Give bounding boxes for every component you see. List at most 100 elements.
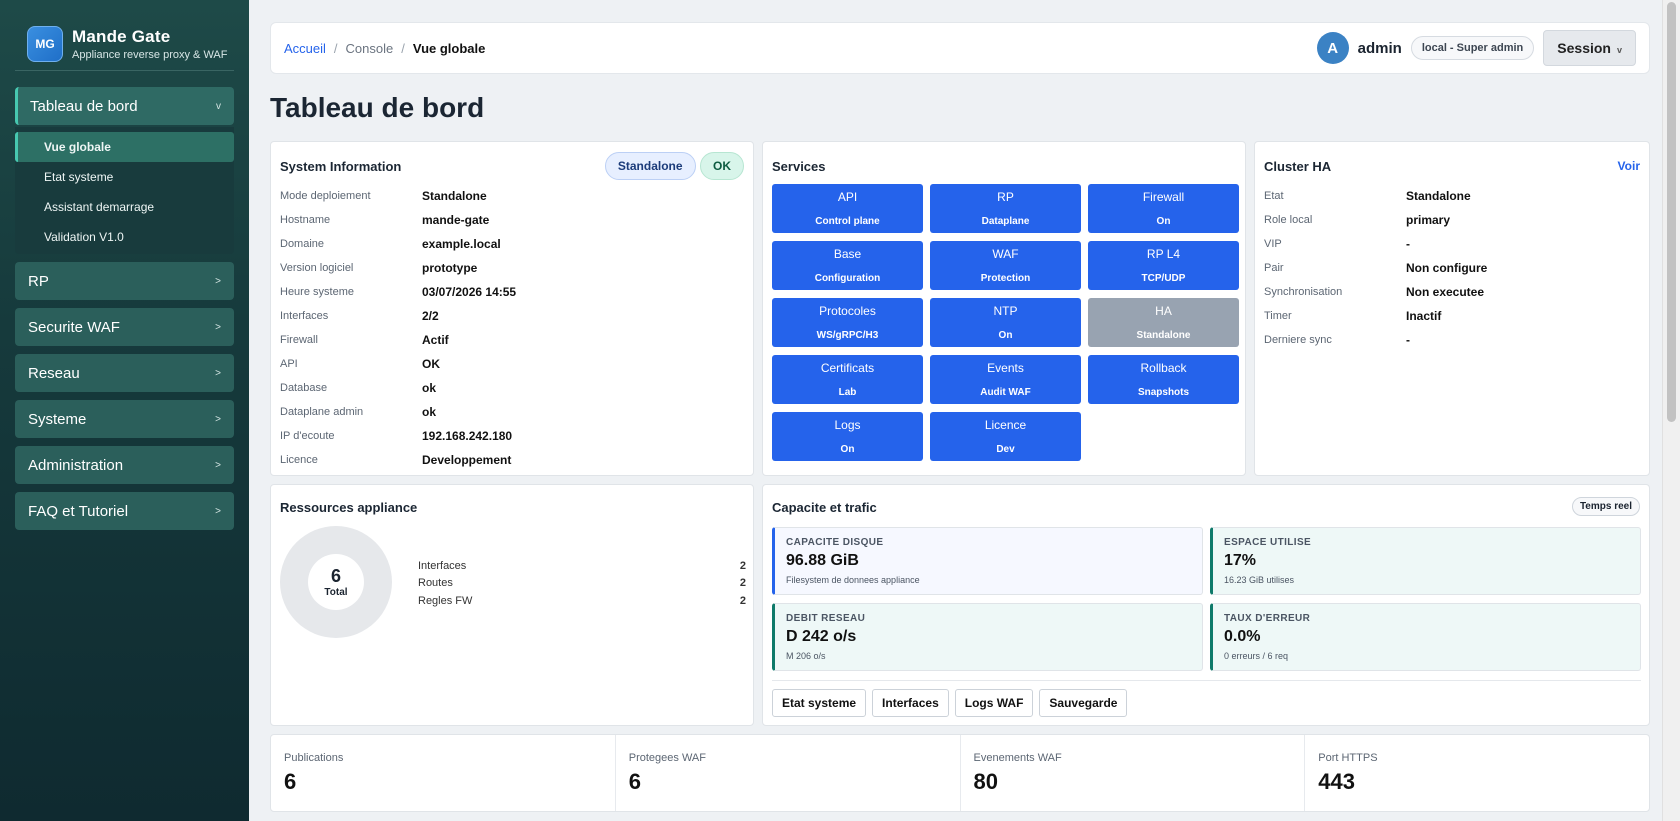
- service-title: Logs: [834, 418, 861, 432]
- sidebar-submenu: Vue globale Etat systeme Assistant demar…: [15, 127, 234, 254]
- stat-label: Protegees WAF: [628, 752, 706, 764]
- action-sauvegarde-button[interactable]: Sauvegarde: [1039, 689, 1128, 717]
- chevron-down-icon: v: [1616, 45, 1622, 55]
- system-info-list: Mode deploiement Standalone Hostname mande-…: [280, 184, 740, 472]
- info-key: Hostname: [280, 214, 331, 226]
- brand[interactable]: MG Mande Gate Appliance reverse proxy & …: [0, 0, 249, 70]
- sidebar-group-securite-waf[interactable]: Securite WAF >: [15, 308, 234, 346]
- cluster-row: Timer Inactif: [1264, 304, 1634, 328]
- metric-error-rate: TAUX D'ERREUR 0.0% 0 erreurs / 6 req: [1210, 603, 1641, 671]
- service-tile-certificats[interactable]: Certificats Lab: [772, 355, 923, 404]
- quick-actions: Etat systeme Interfaces Logs WAF Sauvegarde: [772, 689, 1133, 717]
- stat-value: 6: [628, 769, 641, 794]
- metric-sub: Filesystem de donnees appliance: [786, 575, 920, 585]
- stat-publications: Publications 6: [271, 735, 616, 811]
- service-tile-rp-l4[interactable]: RP L4 TCP/UDP: [1088, 241, 1239, 290]
- service-tile-licence[interactable]: Licence Dev: [930, 412, 1081, 461]
- service-tile-rollback[interactable]: Rollback Snapshots: [1088, 355, 1239, 404]
- info-key: API: [280, 358, 298, 370]
- info-row: Heure systeme 03/07/2026 14:55: [280, 280, 740, 304]
- info-key: Domaine: [280, 238, 325, 250]
- info-value: Developpement: [422, 453, 512, 467]
- breadcrumb-separator: /: [401, 40, 405, 56]
- metric-sub: 16.23 GiB utilises: [1224, 575, 1295, 585]
- service-tile-events[interactable]: Events Audit WAF: [930, 355, 1081, 404]
- service-tile-ntp[interactable]: NTP On: [930, 298, 1081, 347]
- cluster-value: Non configure: [1406, 261, 1488, 275]
- info-key: Version logiciel: [280, 262, 354, 274]
- cluster-row: Role local primary: [1264, 208, 1634, 232]
- divider: [772, 680, 1641, 681]
- service-tile-waf[interactable]: WAF Protection: [930, 241, 1081, 290]
- resource-row: Routes 2: [418, 575, 746, 593]
- resource-row: Regles FW 2: [418, 592, 746, 610]
- cluster-key: Derniere sync: [1264, 334, 1332, 346]
- info-value: OK: [422, 357, 440, 371]
- info-row: Version logiciel prototype: [280, 256, 740, 280]
- info-row: Hostname mande-gate: [280, 208, 740, 232]
- info-value: example.local: [422, 237, 501, 251]
- service-tile-firewall[interactable]: Firewall On: [1088, 184, 1239, 233]
- sidebar-item-assistant-demarrage[interactable]: Assistant demarrage: [15, 192, 234, 222]
- service-title: Protocoles: [819, 304, 876, 318]
- info-row: Domaine example.local: [280, 232, 740, 256]
- info-key: Database: [280, 382, 328, 394]
- stat-label: Publications: [284, 752, 344, 764]
- info-value: mande-gate: [422, 213, 490, 227]
- service-title: API: [837, 190, 858, 204]
- avatar[interactable]: A: [1316, 32, 1349, 64]
- service-tile-base[interactable]: Base Configuration: [772, 241, 923, 290]
- resource-label: Routes: [418, 577, 453, 590]
- breadcrumb-separator: /: [333, 40, 338, 56]
- info-key: Mode deploiement: [280, 190, 371, 202]
- action-logs-waf-button[interactable]: Logs WAF: [954, 689, 1034, 717]
- donut-total-value: 6: [330, 566, 341, 586]
- metric-value: D 242 o/s: [786, 628, 857, 645]
- sidebar-item-etat-systeme[interactable]: Etat systeme: [15, 162, 234, 192]
- service-title: HA: [1155, 304, 1172, 318]
- info-row: Dataplane admin ok: [280, 400, 740, 424]
- breadcrumb-home-link[interactable]: Accueil: [284, 41, 326, 56]
- sidebar-group-reseau[interactable]: Reseau >: [15, 354, 234, 392]
- cluster-ha-card: Cluster HA Voir Etat Standalone Role local…: [1254, 141, 1650, 476]
- donut-total-label: Total: [324, 587, 348, 598]
- metric-space-used: ESPACE UTILISE 17% 16.23 GiB utilises: [1210, 527, 1641, 595]
- page-scrollbar[interactable]: [1662, 0, 1680, 821]
- metric-network-rate: DEBIT RESEAU D 242 o/s M 206 o/s: [772, 603, 1203, 671]
- session-button[interactable]: Session v: [1543, 30, 1636, 66]
- scrollbar-thumb[interactable]: [1667, 2, 1676, 422]
- service-tile-api[interactable]: API Control plane: [772, 184, 923, 233]
- service-title: Firewall: [1142, 190, 1185, 204]
- breadcrumb-section: Console: [345, 40, 394, 56]
- session-label: Session: [1557, 40, 1611, 56]
- user-box: A admin local - Super admin Session v: [1316, 30, 1636, 66]
- sidebar-item-vue-globale[interactable]: Vue globale: [15, 132, 234, 162]
- card-title: Capacite et trafic: [772, 500, 877, 515]
- service-tile-logs[interactable]: Logs On: [772, 412, 923, 461]
- metric-value: 96.88 GiB: [786, 552, 859, 569]
- sidebar-nav: Tableau de bord v Vue globale Etat syste…: [0, 71, 249, 530]
- service-tile-ha[interactable]: HA Standalone: [1088, 298, 1239, 347]
- sidebar-group-administration[interactable]: Administration >: [15, 446, 234, 484]
- service-tile-rp[interactable]: RP Dataplane: [930, 184, 1081, 233]
- capacity-card: Capacite et trafic Temps reel CAPACITE D…: [762, 484, 1650, 726]
- info-value: ok: [422, 405, 437, 419]
- sidebar-group-systeme[interactable]: Systeme >: [15, 400, 234, 438]
- info-key: Dataplane admin: [280, 406, 364, 418]
- service-status: Snapshots: [1137, 387, 1190, 398]
- chevron-right-icon: >: [215, 459, 221, 471]
- cluster-view-link[interactable]: Voir: [1618, 159, 1640, 173]
- info-row: API OK: [280, 352, 740, 376]
- cluster-row: Etat Standalone: [1264, 184, 1634, 208]
- sidebar-group-faq[interactable]: FAQ et Tutoriel >: [15, 492, 234, 530]
- service-tile-protocoles[interactable]: Protocoles WS/gRPC/H3: [772, 298, 923, 347]
- action-interfaces-button[interactable]: Interfaces: [872, 689, 949, 717]
- sidebar-group-rp[interactable]: RP >: [15, 262, 234, 300]
- sidebar-item-validation[interactable]: Validation V1.0: [15, 222, 234, 252]
- sidebar-group-tableau-de-bord[interactable]: Tableau de bord v: [15, 87, 234, 125]
- action-etat-systeme-button[interactable]: Etat systeme: [772, 689, 867, 717]
- chevron-down-icon: v: [216, 100, 221, 112]
- service-status: Lab: [838, 387, 857, 398]
- top-bar: Accueil / Console / Vue globale A admin …: [270, 22, 1650, 74]
- sidebar-group-label: FAQ et Tutoriel: [28, 502, 129, 520]
